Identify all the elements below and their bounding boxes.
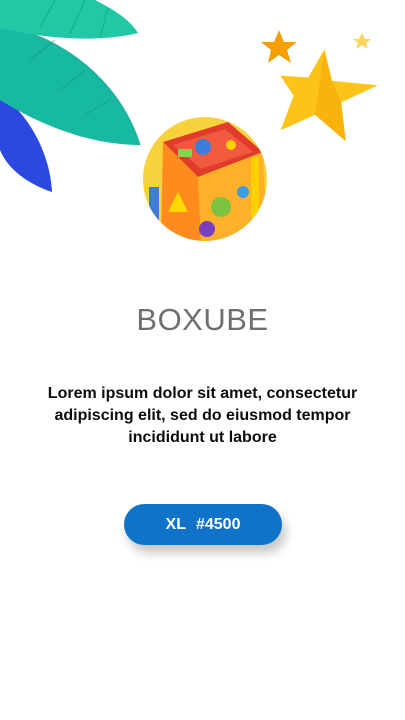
small-star-icon [261, 30, 297, 63]
product-title: BOXUBE [136, 302, 269, 337]
size-label: XL [165, 515, 186, 533]
top-teal-leaf-decoration [0, 0, 138, 39]
product-description: Lorem ipsum dolor sit amet, consectetur … [47, 385, 358, 446]
big-star-icon [280, 49, 378, 142]
product-image [143, 117, 267, 241]
decorative-background [0, 0, 378, 192]
size-price-button[interactable]: XL #4500 [124, 504, 282, 545]
teal-leaf-decoration [0, 25, 140, 145]
blue-leaf-decoration [0, 95, 52, 192]
price-label: #4500 [195, 515, 241, 533]
tiny-star-icon [353, 33, 371, 49]
toy-cube-image [143, 117, 267, 241]
